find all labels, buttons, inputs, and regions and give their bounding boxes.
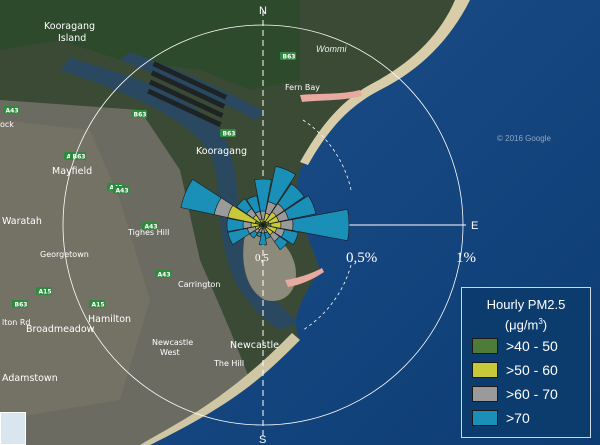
svg-text:A15: A15 bbox=[92, 301, 105, 308]
rose-center-label: 0,5 bbox=[255, 252, 269, 264]
ring-label-one: 1% bbox=[456, 250, 476, 266]
legend-unit-prefix: (μg/m bbox=[504, 317, 539, 333]
rose-petal-segment bbox=[280, 219, 294, 231]
legend-unit: (μg/m3) bbox=[462, 313, 590, 334]
place-mayfield: Mayfield bbox=[52, 166, 92, 177]
place-kooragang-island-line2: Island bbox=[58, 33, 86, 44]
road-shield: A43 bbox=[3, 106, 19, 114]
place-the-hill: The Hill bbox=[213, 359, 244, 368]
place-newcastle-west-line2: West bbox=[160, 348, 180, 357]
legend-row-40-50: >40 - 50 bbox=[472, 334, 590, 358]
legend-label-40-50: >40 - 50 bbox=[506, 338, 558, 355]
map-thumbnail[interactable] bbox=[0, 412, 26, 445]
legend-swatch-50-60 bbox=[472, 362, 498, 379]
road-shield: B63 bbox=[12, 300, 28, 308]
place-fern-bay: Fern Bay bbox=[285, 83, 320, 92]
road-shield: A15 bbox=[89, 300, 105, 308]
svg-text:A15: A15 bbox=[39, 288, 52, 295]
svg-text:A43: A43 bbox=[145, 223, 158, 230]
legend-label-70: >70 bbox=[506, 410, 530, 427]
place-adamstown: Adamstown bbox=[2, 373, 58, 384]
legend-row-50-60: >50 - 60 bbox=[472, 358, 590, 382]
place-lton: lton Rd bbox=[2, 318, 31, 327]
place-broadmeadow: Broadmeadow bbox=[26, 324, 95, 335]
compass-north-label: N bbox=[259, 5, 267, 17]
place-hamilton: Hamilton bbox=[88, 314, 131, 325]
place-kooragang: Kooragang bbox=[196, 146, 247, 157]
road-shield: A43 bbox=[155, 270, 171, 278]
ring-label-half: 0,5% bbox=[346, 250, 377, 266]
place-kooragang-island-line1: Kooragang bbox=[44, 21, 95, 32]
compass-east-label: E bbox=[471, 220, 478, 232]
svg-text:A43: A43 bbox=[158, 271, 171, 278]
legend-swatch-40-50 bbox=[472, 338, 498, 355]
compass-south-label: S bbox=[259, 434, 266, 445]
legend-label-60-70: >60 - 70 bbox=[506, 386, 558, 403]
road-shield: B63 bbox=[280, 52, 296, 60]
svg-text:B63: B63 bbox=[283, 53, 296, 60]
svg-text:A43: A43 bbox=[6, 107, 19, 114]
place-waratah: Waratah bbox=[2, 216, 42, 227]
map-stage: Kooragang Island Kooragang Mayfield Wara… bbox=[0, 0, 600, 445]
place-wommi: Wommi bbox=[316, 44, 347, 54]
legend-swatch-60-70 bbox=[472, 386, 498, 403]
road-shield: A43 bbox=[113, 186, 129, 194]
place-newcastle-west-line1: Newcastle bbox=[152, 338, 193, 347]
place-carrington: Carrington bbox=[178, 280, 220, 289]
legend-unit-suffix: ) bbox=[542, 317, 548, 333]
road-shield: A15 bbox=[36, 287, 52, 295]
legend-row-60-70: >60 - 70 bbox=[472, 382, 590, 406]
svg-text:B63: B63 bbox=[15, 301, 28, 308]
svg-text:B63: B63 bbox=[134, 111, 147, 118]
svg-text:A43: A43 bbox=[116, 187, 129, 194]
pm25-legend: Hourly PM2.5 (μg/m3) >40 - 50 >50 - 60 >… bbox=[461, 287, 591, 438]
road-shield: B63 bbox=[220, 129, 236, 137]
legend-label-50-60: >50 - 60 bbox=[506, 362, 558, 379]
place-ock: ock bbox=[0, 120, 14, 129]
road-shield: B63 bbox=[70, 152, 86, 160]
road-shield: B63 bbox=[131, 110, 147, 118]
svg-text:B63: B63 bbox=[223, 130, 236, 137]
legend-swatch-70 bbox=[472, 410, 498, 427]
map-copyright: © 2016 Google bbox=[497, 134, 551, 143]
place-newcastle: Newcastle bbox=[230, 340, 279, 351]
road-shield: A43 bbox=[142, 222, 158, 230]
legend-row-70: >70 bbox=[472, 406, 590, 430]
legend-title: Hourly PM2.5 bbox=[486, 297, 566, 312]
